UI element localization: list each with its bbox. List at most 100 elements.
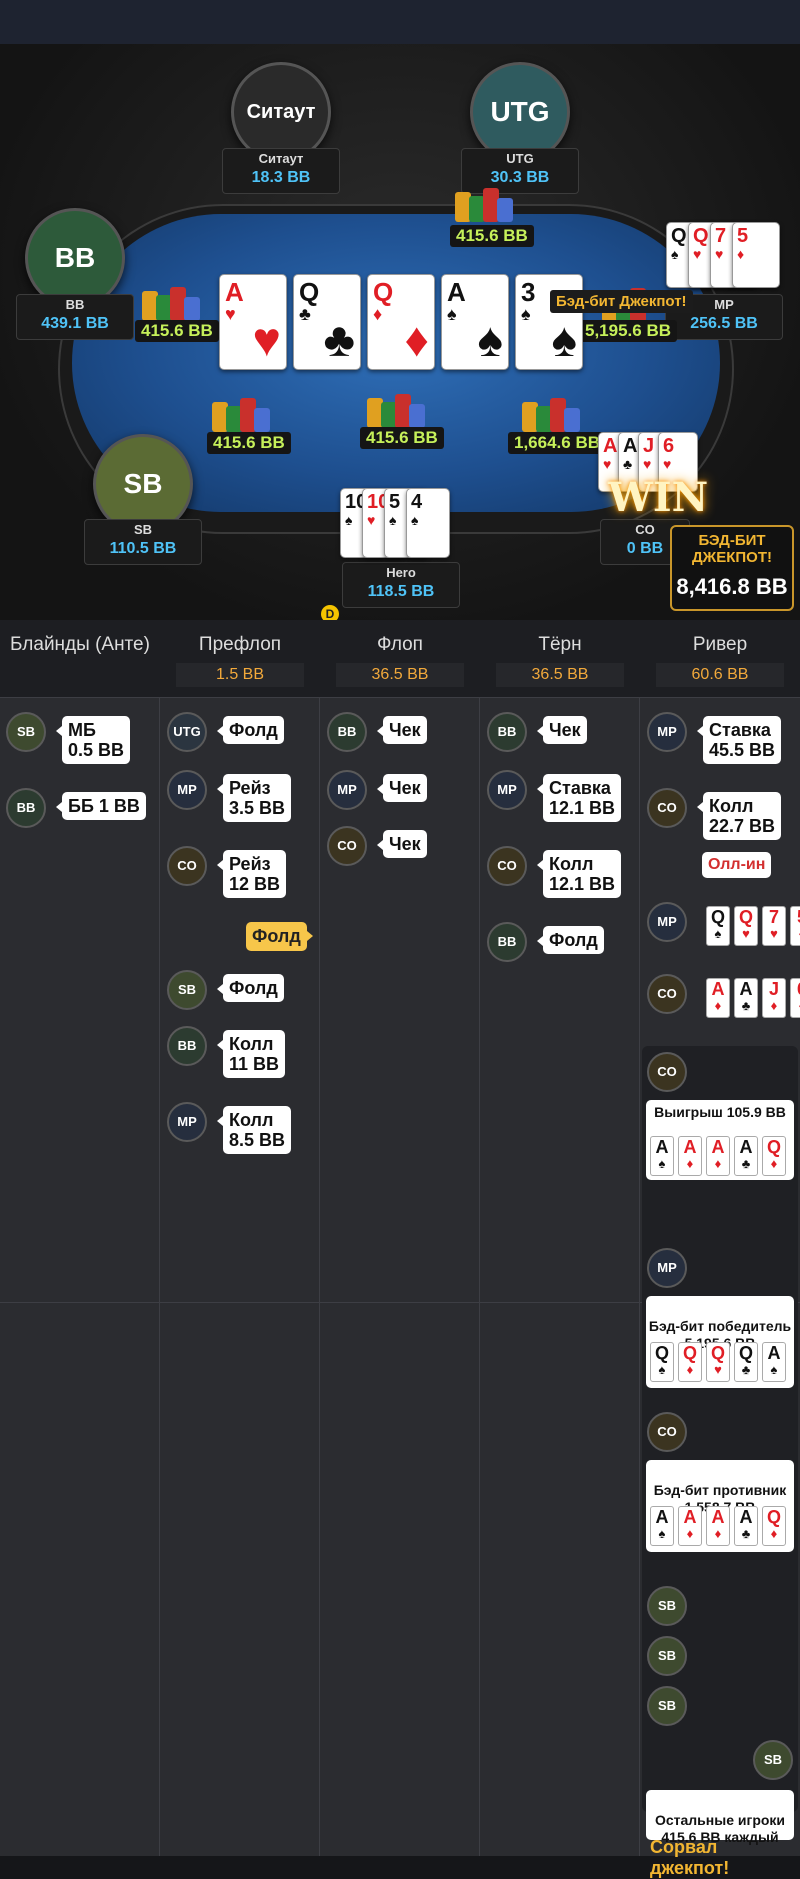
history-card: 6♦ bbox=[790, 978, 800, 1018]
history-card: Q ♦ bbox=[762, 1136, 786, 1176]
position-badge: BB bbox=[6, 788, 46, 828]
chip-stack-icon bbox=[522, 394, 580, 432]
history-card: A ♦ bbox=[706, 978, 730, 1018]
seat-name: Ситаут bbox=[258, 151, 304, 166]
position-badge: MP bbox=[327, 770, 367, 810]
board-card: 3 ♠ ♠ bbox=[515, 274, 583, 370]
bet-center: 415.6 BB bbox=[360, 427, 444, 449]
history-card: A ♣ bbox=[734, 1136, 758, 1176]
position-badge: BB bbox=[327, 712, 367, 752]
history-card: Q ♥ bbox=[706, 1342, 730, 1382]
action-bubble: Рейз 12 BB bbox=[216, 850, 287, 898]
plate-situat: Ситаут 18.3 BB bbox=[222, 148, 340, 194]
seat-stack: 118.5 BB bbox=[367, 583, 435, 600]
action-bubble: Чек bbox=[377, 716, 427, 744]
seat-name: SB bbox=[133, 522, 153, 537]
position-badge: SB bbox=[167, 970, 207, 1010]
position-badge: MP bbox=[167, 1102, 207, 1142]
action-bubble: Чек bbox=[377, 774, 427, 802]
position-badge: SB bbox=[647, 1586, 687, 1626]
history-card: Q ♥ bbox=[734, 906, 758, 946]
header-title: Блайнды (Анте) bbox=[10, 634, 150, 655]
position-badge: CO bbox=[647, 788, 687, 828]
seat-stack: 18.3 BB bbox=[251, 169, 311, 186]
position-badge: MP bbox=[167, 770, 207, 810]
fold-marker: Фолд bbox=[246, 922, 313, 951]
seat-name: BB bbox=[65, 297, 85, 312]
position-badge: BB bbox=[487, 922, 527, 962]
position-badge: CO bbox=[647, 974, 687, 1014]
history-card: Q ♠ bbox=[706, 906, 730, 946]
action-bubble: Фолд bbox=[537, 926, 604, 954]
avatar-bb[interactable]: BB bbox=[25, 208, 125, 308]
position-badge: SB bbox=[6, 712, 46, 752]
header-pot: 36.5 BB bbox=[496, 663, 624, 687]
seat-stack: 439.1 BB bbox=[41, 315, 109, 332]
action-bubble: Рейз 3.5 BB bbox=[216, 774, 292, 822]
poker-table-area: Ситаут Ситаут 18.3 BB UTG UTG 30.3 BB BB… bbox=[0, 44, 800, 623]
chip-stack-icon bbox=[367, 390, 425, 428]
hole-card: 5 ♦ bbox=[732, 222, 780, 288]
avatar-utg[interactable]: UTG bbox=[470, 62, 570, 162]
position-badge: CO bbox=[487, 846, 527, 886]
chip-stack-icon bbox=[142, 283, 200, 321]
hand-history: Блайнды (Анте) Префлоп 1.5 BB Флоп 36.5 … bbox=[0, 620, 800, 1878]
position-badge: CO bbox=[647, 1412, 687, 1452]
history-card: A ♣ bbox=[734, 1506, 758, 1546]
avatar-situat[interactable]: Ситаут bbox=[231, 62, 331, 162]
position-badge: SB bbox=[647, 1686, 687, 1726]
position-badge: SB bbox=[753, 1740, 793, 1780]
bet-mp: 5,195.6 BB bbox=[579, 320, 677, 342]
action-bubble: Чек bbox=[537, 716, 587, 744]
badbeat-label: Бэд-бит Джекпот! bbox=[550, 290, 693, 313]
history-card: A ♦ bbox=[706, 1136, 730, 1176]
position-badge: MP bbox=[647, 712, 687, 752]
header-preflop: Префлоп 1.5 BB bbox=[160, 620, 320, 698]
allin-tag: Олл-ин bbox=[702, 852, 772, 878]
position-badge: CO bbox=[647, 1052, 687, 1092]
history-card: A ♣ bbox=[734, 978, 758, 1018]
header-pot: 1.5 BB bbox=[176, 663, 304, 687]
plate-hero: Hero 118.5 BB bbox=[342, 562, 460, 608]
position-badge: UTG bbox=[167, 712, 207, 752]
seat-stack: 110.5 BB bbox=[109, 540, 177, 557]
plate-sb: SB 110.5 BB bbox=[84, 519, 202, 565]
others-text: Остальные игроки 415.6 BB каждый bbox=[654, 1812, 786, 1845]
header-title: Ривер bbox=[692, 634, 748, 655]
history-card: 5♦ bbox=[790, 906, 800, 946]
position-badge: MP bbox=[487, 770, 527, 810]
history-card: A ♦ bbox=[678, 1136, 702, 1176]
board-card: Q ♣ ♣ bbox=[293, 274, 361, 370]
header-blinds: Блайнды (Анте) bbox=[0, 620, 160, 698]
position-badge: MP bbox=[647, 902, 687, 942]
header-flop: Флоп 36.5 BB bbox=[320, 620, 480, 698]
bet-sb: 415.6 BB bbox=[207, 432, 291, 454]
action-bubble: Ставка 12.1 BB bbox=[536, 774, 622, 822]
header-river: Ривер 60.6 BB bbox=[640, 620, 800, 698]
hole-card: 4 ♠ bbox=[406, 488, 450, 558]
history-card: A ♦ bbox=[706, 1506, 730, 1546]
action-bubble: Фолд bbox=[217, 974, 284, 1002]
action-bubble: Колл 8.5 BB bbox=[216, 1106, 292, 1154]
bet-co: 1,664.6 BB bbox=[508, 432, 606, 454]
board-card: A ♠ ♠ bbox=[441, 274, 509, 370]
jackpot-value: 8,416.8 BB bbox=[676, 574, 788, 599]
bet-utg: 415.6 BB bbox=[450, 225, 534, 247]
history-card: Q ♠ bbox=[650, 1342, 674, 1382]
history-card: J ♦ bbox=[762, 978, 786, 1018]
history-card: A ♠ bbox=[762, 1342, 786, 1382]
history-card: A ♦ bbox=[678, 1506, 702, 1546]
history-card: 7 ♥ bbox=[762, 906, 786, 946]
history-card: A ♠ bbox=[650, 1506, 674, 1546]
winner-title: Выигрыш 105.9 BB bbox=[654, 1104, 786, 1120]
chip-stack-icon bbox=[212, 394, 270, 432]
seat-name: UTG bbox=[506, 151, 534, 166]
history-card: Q ♦ bbox=[762, 1506, 786, 1546]
position-badge: CO bbox=[327, 826, 367, 866]
action-bubble: МБ 0.5 BB bbox=[55, 716, 131, 764]
bet-bb: 415.6 BB bbox=[135, 320, 219, 342]
seat-stack: 256.5 BB bbox=[690, 315, 758, 332]
win-banner: WIN bbox=[608, 474, 709, 521]
top-bar bbox=[0, 0, 800, 44]
action-bubble: Колл 22.7 BB bbox=[696, 792, 782, 840]
